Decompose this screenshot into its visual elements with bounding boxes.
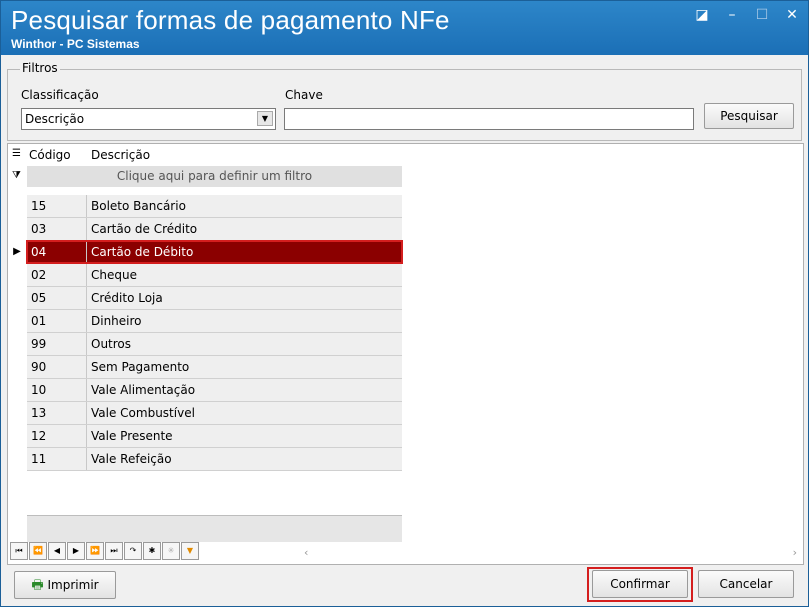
cell-descricao: Vale Presente [91,429,173,443]
column-chooser-icon[interactable]: ☰ [12,148,21,159]
cell-descricao: Vale Alimentação [91,383,196,397]
insert-icon[interactable]: ✱ [143,542,161,560]
cell-codigo: 01 [27,310,87,332]
cell-codigo: 11 [27,448,87,470]
table-row[interactable]: 11 Vale Refeição [27,448,402,471]
grid-rows: 15 Boleto Bancário 03 Cartão de Crédito 04… [27,195,402,471]
window-title: Pesquisar formas de pagamento NFe [11,5,450,35]
last-page-icon[interactable]: ⏭ [105,542,123,560]
restore-icon[interactable]: ◪ [694,7,710,23]
table-row[interactable]: 03 Cartão de Crédito [27,218,402,241]
disabled-action-icon[interactable]: ✳ [162,542,180,560]
filters-group-label: Filtros [20,61,60,75]
cell-descricao: Sem Pagamento [91,360,190,374]
cell-descricao: Crédito Loja [91,291,163,305]
chevron-down-icon[interactable]: ▼ [257,111,273,126]
classificacao-label: Classificação [21,88,99,102]
next-record-icon[interactable]: ▶ [67,542,85,560]
cell-descricao: Cartão de Débito [91,245,194,259]
next-page-icon[interactable]: ⏩ [86,542,104,560]
cell-codigo: 90 [27,356,87,378]
cell-codigo: 15 [27,195,87,217]
table-row-selected[interactable]: 04 Cartão de Débito [27,241,402,264]
close-icon[interactable]: ✕ [784,7,800,23]
grid-header: ☰ Código Descrição [8,144,402,166]
dialog-window: Pesquisar formas de pagamento NFe Wintho… [0,0,809,607]
first-page-icon[interactable]: ⏮ [10,542,28,560]
cell-descricao: Vale Refeição [91,452,172,466]
chave-input[interactable] [284,108,694,130]
filter-hint[interactable]: Clique aqui para definir um filtro [27,166,402,187]
cell-codigo: 02 [27,264,87,286]
cell-codigo: 12 [27,425,87,447]
minimize-icon[interactable]: – [724,7,740,23]
printer-icon: 🖶 [31,578,44,593]
cell-codigo: 13 [27,402,87,424]
cell-descricao: Boleto Bancário [91,199,186,213]
scroll-left-icon[interactable]: ‹ [304,546,308,559]
print-button-label: Imprimir [47,578,99,592]
column-header-codigo[interactable]: Código [29,148,71,162]
cell-codigo: 03 [27,218,87,240]
filter-icon: ⧩ [12,170,21,181]
cell-descricao: Cheque [91,268,137,282]
cell-codigo: 99 [27,333,87,355]
search-button[interactable]: Pesquisar [704,103,794,129]
cell-descricao: Cartão de Crédito [91,222,198,236]
title-bar[interactable]: Pesquisar formas de pagamento NFe Wintho… [1,1,808,55]
table-row[interactable]: 99 Outros [27,333,402,356]
confirm-button-highlight [587,567,693,602]
cell-descricao: Vale Combustível [91,406,195,420]
table-row[interactable]: 10 Vale Alimentação [27,379,402,402]
table-row[interactable]: 02 Cheque [27,264,402,287]
prev-page-icon[interactable]: ⏪ [29,542,47,560]
current-row-indicator-icon: ▶ [13,246,21,257]
results-grid[interactable]: ☰ Código Descrição ⧩ Clique aqui para de… [7,143,804,565]
cell-codigo: 10 [27,379,87,401]
maximize-icon[interactable]: ☐ [754,7,770,23]
cancel-button[interactable]: Cancelar [698,570,794,598]
grid-footer [27,515,402,542]
classificacao-select[interactable]: Descrição ▼ [21,108,276,130]
window-controls: ◪ – ☐ ✕ [694,7,800,23]
table-row[interactable]: 90 Sem Pagamento [27,356,402,379]
table-row[interactable]: 05 Crédito Loja [27,287,402,310]
filter-funnel-icon[interactable]: ▼ [181,542,199,560]
table-row[interactable]: 13 Vale Combustível [27,402,402,425]
cell-descricao: Outros [91,337,132,351]
column-header-descricao[interactable]: Descrição [91,148,150,162]
classificacao-value: Descrição [25,112,85,126]
print-button[interactable]: 🖶 Imprimir [14,571,116,599]
refresh-icon[interactable]: ↷ [124,542,142,560]
table-row[interactable]: 15 Boleto Bancário [27,195,402,218]
grid-navigator: ⏮ ⏪ ◀ ▶ ⏩ ⏭ ↷ ✱ ✳ ▼ [10,542,199,562]
table-row[interactable]: 12 Vale Presente [27,425,402,448]
filter-row[interactable]: ⧩ Clique aqui para definir um filtro [8,166,402,188]
chave-label: Chave [285,88,323,102]
cell-codigo: 04 [27,241,87,263]
cell-codigo: 05 [27,287,87,309]
cell-descricao: Dinheiro [91,314,142,328]
window-subtitle: Winthor - PC Sistemas [11,37,140,51]
table-row[interactable]: 01 Dinheiro [27,310,402,333]
prev-record-icon[interactable]: ◀ [48,542,66,560]
scroll-right-icon[interactable]: › [793,546,797,559]
filters-group: Filtros [7,61,802,141]
